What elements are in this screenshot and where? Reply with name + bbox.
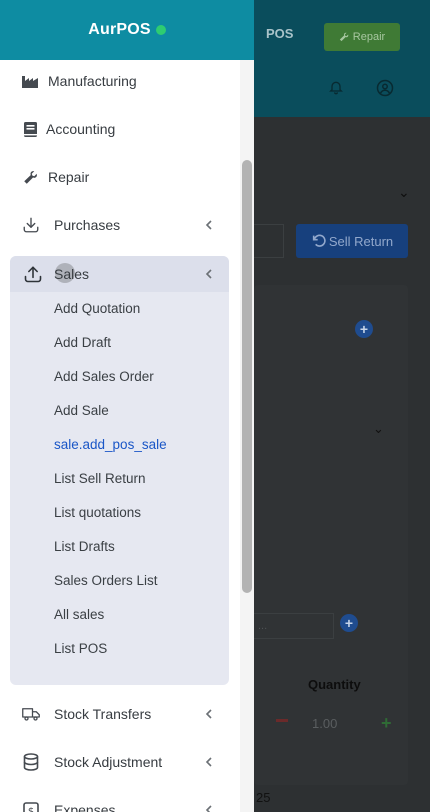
chevron-left-icon xyxy=(205,709,212,719)
download-icon xyxy=(22,216,40,234)
sidebar-item-label: Stock Adjustment xyxy=(54,754,163,770)
database-icon xyxy=(22,753,40,771)
repair-button[interactable]: Repair xyxy=(324,23,400,51)
quantity-header: Quantity xyxy=(308,677,361,692)
wrench-icon xyxy=(339,32,349,42)
sales-submenu: Sales Add Quotation Add Draft Add Sales … xyxy=(10,256,229,685)
undo-icon xyxy=(312,234,326,247)
truck-icon xyxy=(22,705,40,723)
decrement-icon[interactable] xyxy=(276,719,288,722)
repair-button-label: Repair xyxy=(352,31,386,43)
chevron-down-icon[interactable]: ⌄ xyxy=(398,184,410,201)
sidebar-item-label: Expenses xyxy=(54,802,116,812)
sales-sub-item-list-drafts[interactable]: List Drafts xyxy=(54,539,115,554)
factory-icon xyxy=(21,72,39,90)
search-input[interactable] xyxy=(254,224,284,258)
sales-sub-item-list-sell-return[interactable]: List Sell Return xyxy=(54,471,146,486)
sidebar-item-expenses[interactable]: $ Expenses xyxy=(0,786,240,812)
quantity-value[interactable]: 1.00 xyxy=(312,716,337,731)
sales-sub-item-list-quotations[interactable]: List quotations xyxy=(54,505,141,520)
bell-icon[interactable] xyxy=(328,79,344,95)
chevron-left-icon xyxy=(205,220,212,230)
book-icon xyxy=(21,120,39,138)
user-icon[interactable] xyxy=(376,79,394,97)
sidebar-item-label: Manufacturing xyxy=(48,73,137,89)
sidebar-item-label: Stock Transfers xyxy=(54,706,152,722)
sell-return-label: Sell Return xyxy=(328,233,394,249)
sales-sub-item-sales-orders-list[interactable]: Sales Orders List xyxy=(54,573,158,588)
upload-icon xyxy=(24,266,42,283)
sales-sub-item-add-draft[interactable]: Add Draft xyxy=(54,335,111,350)
add-customer-icon[interactable]: + xyxy=(355,320,373,338)
sidebar-item-stock-transfers[interactable]: Stock Transfers xyxy=(0,690,240,738)
chevron-down-icon[interactable]: ⌄ xyxy=(373,421,384,437)
sidebar-item-manufacturing[interactable]: Manufacturing xyxy=(0,57,240,105)
sidebar-item-sales[interactable]: Sales xyxy=(10,256,229,292)
sales-sub-item-add-sale[interactable]: Add Sale xyxy=(54,403,109,418)
sidebar-item-label: Accounting xyxy=(46,121,116,137)
sidebar-item-repair[interactable]: Repair xyxy=(0,153,240,201)
dollar-icon: $ xyxy=(22,801,40,812)
sidebar-scrollbar-thumb[interactable] xyxy=(242,160,252,593)
sell-return-button[interactable]: Sell Return xyxy=(296,224,408,258)
chevron-left-icon xyxy=(205,805,212,812)
sidebar-item-purchases[interactable]: Purchases xyxy=(0,201,240,249)
sidebar-item-stock-adjustment[interactable]: Stock Adjustment xyxy=(0,738,240,786)
sidebar-item-label: Repair xyxy=(48,169,90,185)
sidebar: AurPOS Manufacturing Accounting Repair P… xyxy=(0,0,254,812)
svg-text:$: $ xyxy=(28,806,34,812)
sales-sub-item-add-quotation[interactable]: Add Quotation xyxy=(54,301,140,316)
wrench-icon xyxy=(21,168,39,186)
product-search-input[interactable]: ... xyxy=(254,613,334,639)
sidebar-item-label: Purchases xyxy=(54,217,121,233)
sales-sub-item-add-sales-order[interactable]: Add Sales Order xyxy=(54,369,154,384)
sales-sub-item-list-pos[interactable]: List POS xyxy=(54,641,107,656)
sidebar-item-accounting[interactable]: Accounting xyxy=(0,105,240,153)
add-product-icon[interactable]: + xyxy=(340,614,358,632)
sidebar-item-label: Sales xyxy=(54,266,90,282)
pos-link[interactable]: POS xyxy=(266,26,293,41)
product-search-hint: ... xyxy=(258,620,268,632)
sales-sub-item-all-sales[interactable]: All sales xyxy=(54,607,104,622)
brand-title: AurPOS xyxy=(88,21,151,38)
partial-number: 25 xyxy=(256,790,271,805)
chevron-left-icon xyxy=(205,757,212,767)
sales-sub-item-add-pos-sale[interactable]: sale.add_pos_sale xyxy=(54,437,167,452)
chevron-left-icon xyxy=(205,269,212,279)
brand-header[interactable]: AurPOS xyxy=(0,0,254,60)
increment-icon[interactable]: + xyxy=(381,713,392,734)
status-dot-icon xyxy=(155,25,166,35)
pos-card xyxy=(254,285,408,785)
